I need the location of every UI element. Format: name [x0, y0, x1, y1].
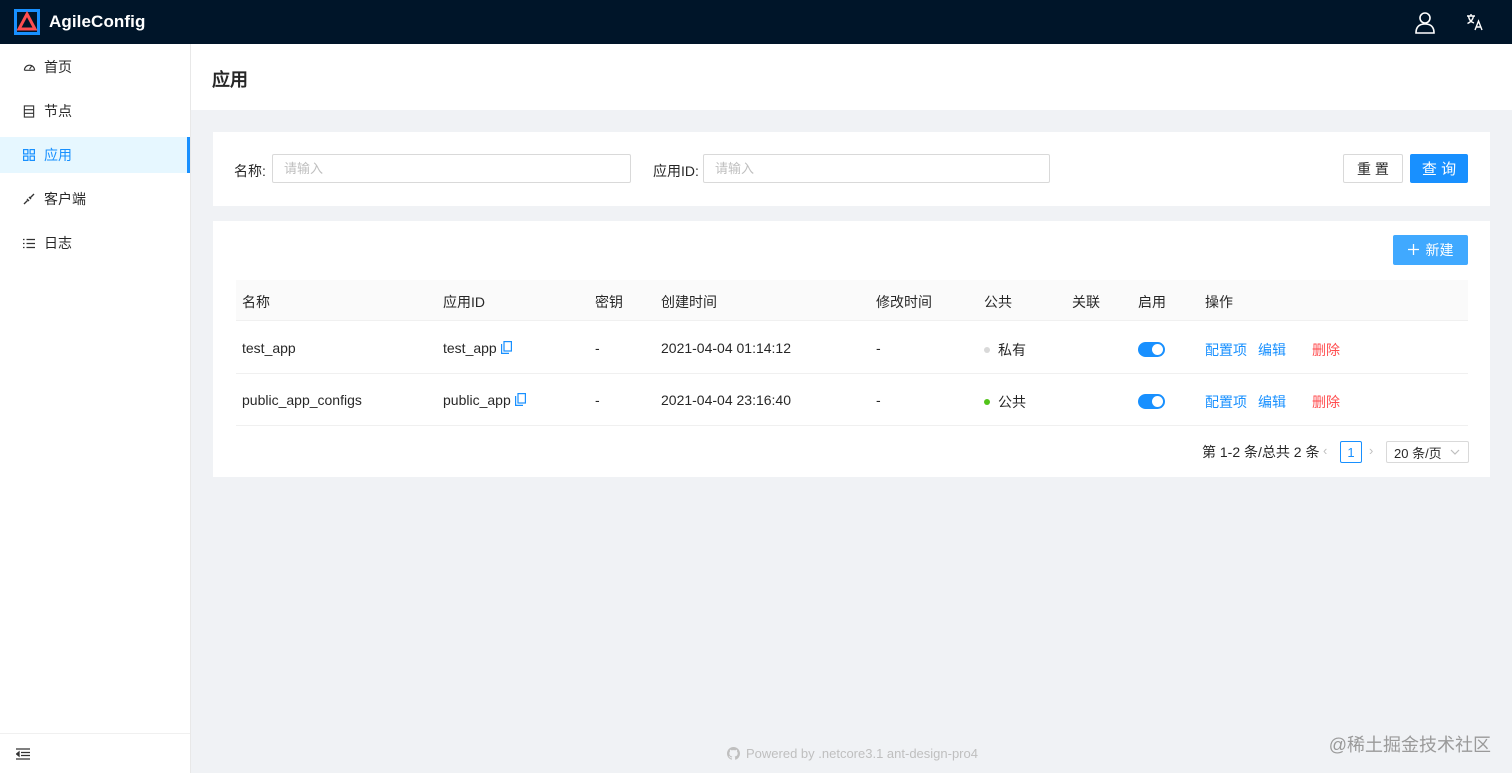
sidebar-item-label: 节点 — [44, 103, 72, 119]
sidebar-item-label: 客户端 — [44, 191, 86, 207]
page-size-select[interactable]: 20 条/页 — [1386, 441, 1469, 463]
appstore-icon — [22, 148, 36, 162]
created-time-cell: 2021-04-04 23:16:40 — [661, 392, 791, 408]
footer: Powered by .netcore3.1 ant-design-pro4 — [727, 746, 978, 761]
apps-table-card: 新建 名称 应用ID 密钥 创建时间 修改时间 公共 关联 启用 操作 test… — [213, 221, 1490, 477]
sidebar-item-label: 应用 — [44, 147, 72, 163]
secret-cell: - — [595, 340, 600, 356]
enabled-switch[interactable] — [1138, 394, 1165, 409]
column-header-public: 公共 — [984, 294, 1012, 310]
edit-link[interactable]: 编辑 — [1258, 340, 1286, 360]
app-name-cell: test_app — [242, 340, 296, 356]
config-items-link[interactable]: 配置项 — [1205, 392, 1247, 412]
app-id-cell: public_app — [443, 392, 526, 408]
table-header: 名称 应用ID 密钥 创建时间 修改时间 公共 关联 启用 操作 — [236, 280, 1468, 321]
public-status-label: 私有 — [998, 342, 1026, 358]
column-header-actions: 操作 — [1205, 294, 1233, 310]
column-header-created: 创建时间 — [661, 294, 717, 310]
page-header: 应用 — [191, 44, 1512, 110]
column-header-appid: 应用ID — [443, 294, 485, 310]
sidebar-item-label: 日志 — [44, 235, 72, 251]
column-header-modified: 修改时间 — [876, 294, 932, 310]
prev-page-icon[interactable]: ‹ — [1323, 443, 1327, 458]
modified-time-cell: - — [876, 392, 881, 408]
chevron-down-icon — [1450, 449, 1460, 455]
list-icon — [22, 236, 36, 250]
secret-cell: - — [595, 392, 600, 408]
watermark: @稀土掘金技术社区 — [1328, 735, 1491, 755]
delete-link[interactable]: 删除 — [1312, 392, 1340, 412]
enabled-switch[interactable] — [1138, 342, 1165, 357]
column-header-relation: 关联 — [1072, 294, 1100, 310]
column-header-enabled: 启用 — [1138, 294, 1166, 310]
page-number-button[interactable]: 1 — [1340, 441, 1362, 463]
reset-button[interactable]: 重 置 — [1343, 154, 1403, 183]
modified-time-cell: - — [876, 340, 881, 356]
copy-icon[interactable] — [500, 341, 512, 354]
menu-collapse-button[interactable] — [0, 733, 190, 773]
logo[interactable]: AgileConfig — [14, 9, 145, 35]
status-dot — [984, 399, 990, 405]
copy-icon[interactable] — [514, 393, 526, 406]
agileconfig-logo-icon — [14, 9, 40, 35]
plus-icon — [1407, 242, 1419, 258]
column-header-name: 名称 — [242, 294, 270, 310]
app-name-cell: public_app_configs — [242, 392, 362, 408]
sidebar-item-apps[interactable]: 应用 — [0, 137, 190, 173]
public-status-cell: 私有 — [984, 340, 1026, 360]
dashboard-icon — [22, 60, 36, 74]
app-id-text: public_app — [443, 392, 511, 408]
sidebar-item-nodes[interactable]: 节点 — [0, 93, 190, 129]
sidebar: 首页 节点 应用 客户端 日志 — [0, 44, 191, 773]
query-button[interactable]: 查 询 — [1410, 154, 1468, 183]
sidebar-item-clients[interactable]: 客户端 — [0, 181, 190, 217]
translate-icon[interactable] — [1462, 9, 1488, 35]
public-status-label: 公共 — [998, 394, 1026, 410]
app-id-text: test_app — [443, 340, 497, 356]
name-search-input[interactable] — [272, 154, 631, 183]
new-button-label: 新建 — [1425, 242, 1454, 258]
appid-search-input[interactable] — [703, 154, 1050, 183]
page-size-value: 20 条/页 — [1394, 445, 1442, 461]
sidebar-item-label: 首页 — [44, 59, 72, 75]
database-icon — [22, 104, 36, 118]
column-header-secret: 密钥 — [595, 294, 623, 310]
footer-text: Powered by .netcore3.1 ant-design-pro4 — [746, 746, 978, 761]
search-form: 名称: 应用ID: 重 置 查 询 — [213, 132, 1490, 206]
plug-icon — [22, 192, 36, 206]
new-app-button[interactable]: 新建 — [1393, 235, 1468, 265]
config-items-link[interactable]: 配置项 — [1205, 340, 1247, 360]
menu-fold-icon — [16, 747, 30, 760]
next-page-icon[interactable]: › — [1369, 443, 1373, 458]
sidebar-item-logs[interactable]: 日志 — [0, 225, 190, 261]
user-icon[interactable] — [1412, 9, 1438, 35]
table-row: test_app test_app - 2021-04-04 01:14:12 … — [236, 322, 1468, 374]
page-title: 应用 — [212, 70, 248, 90]
edit-link[interactable]: 编辑 — [1258, 392, 1286, 412]
created-time-cell: 2021-04-04 01:14:12 — [661, 340, 791, 356]
top-header: AgileConfig — [0, 0, 1512, 44]
table-row: public_app_configs public_app - 2021-04-… — [236, 374, 1468, 426]
name-label: 名称: — [234, 163, 266, 179]
public-status-cell: 公共 — [984, 392, 1026, 412]
app-title: AgileConfig — [49, 12, 146, 31]
appid-label: 应用ID: — [653, 163, 699, 179]
status-dot — [984, 347, 990, 353]
pagination-total: 第 1-2 条/总共 2 条 — [1202, 444, 1320, 460]
github-icon[interactable] — [727, 747, 740, 760]
app-id-cell: test_app — [443, 340, 512, 356]
delete-link[interactable]: 删除 — [1312, 340, 1340, 360]
sidebar-item-home[interactable]: 首页 — [0, 49, 190, 85]
